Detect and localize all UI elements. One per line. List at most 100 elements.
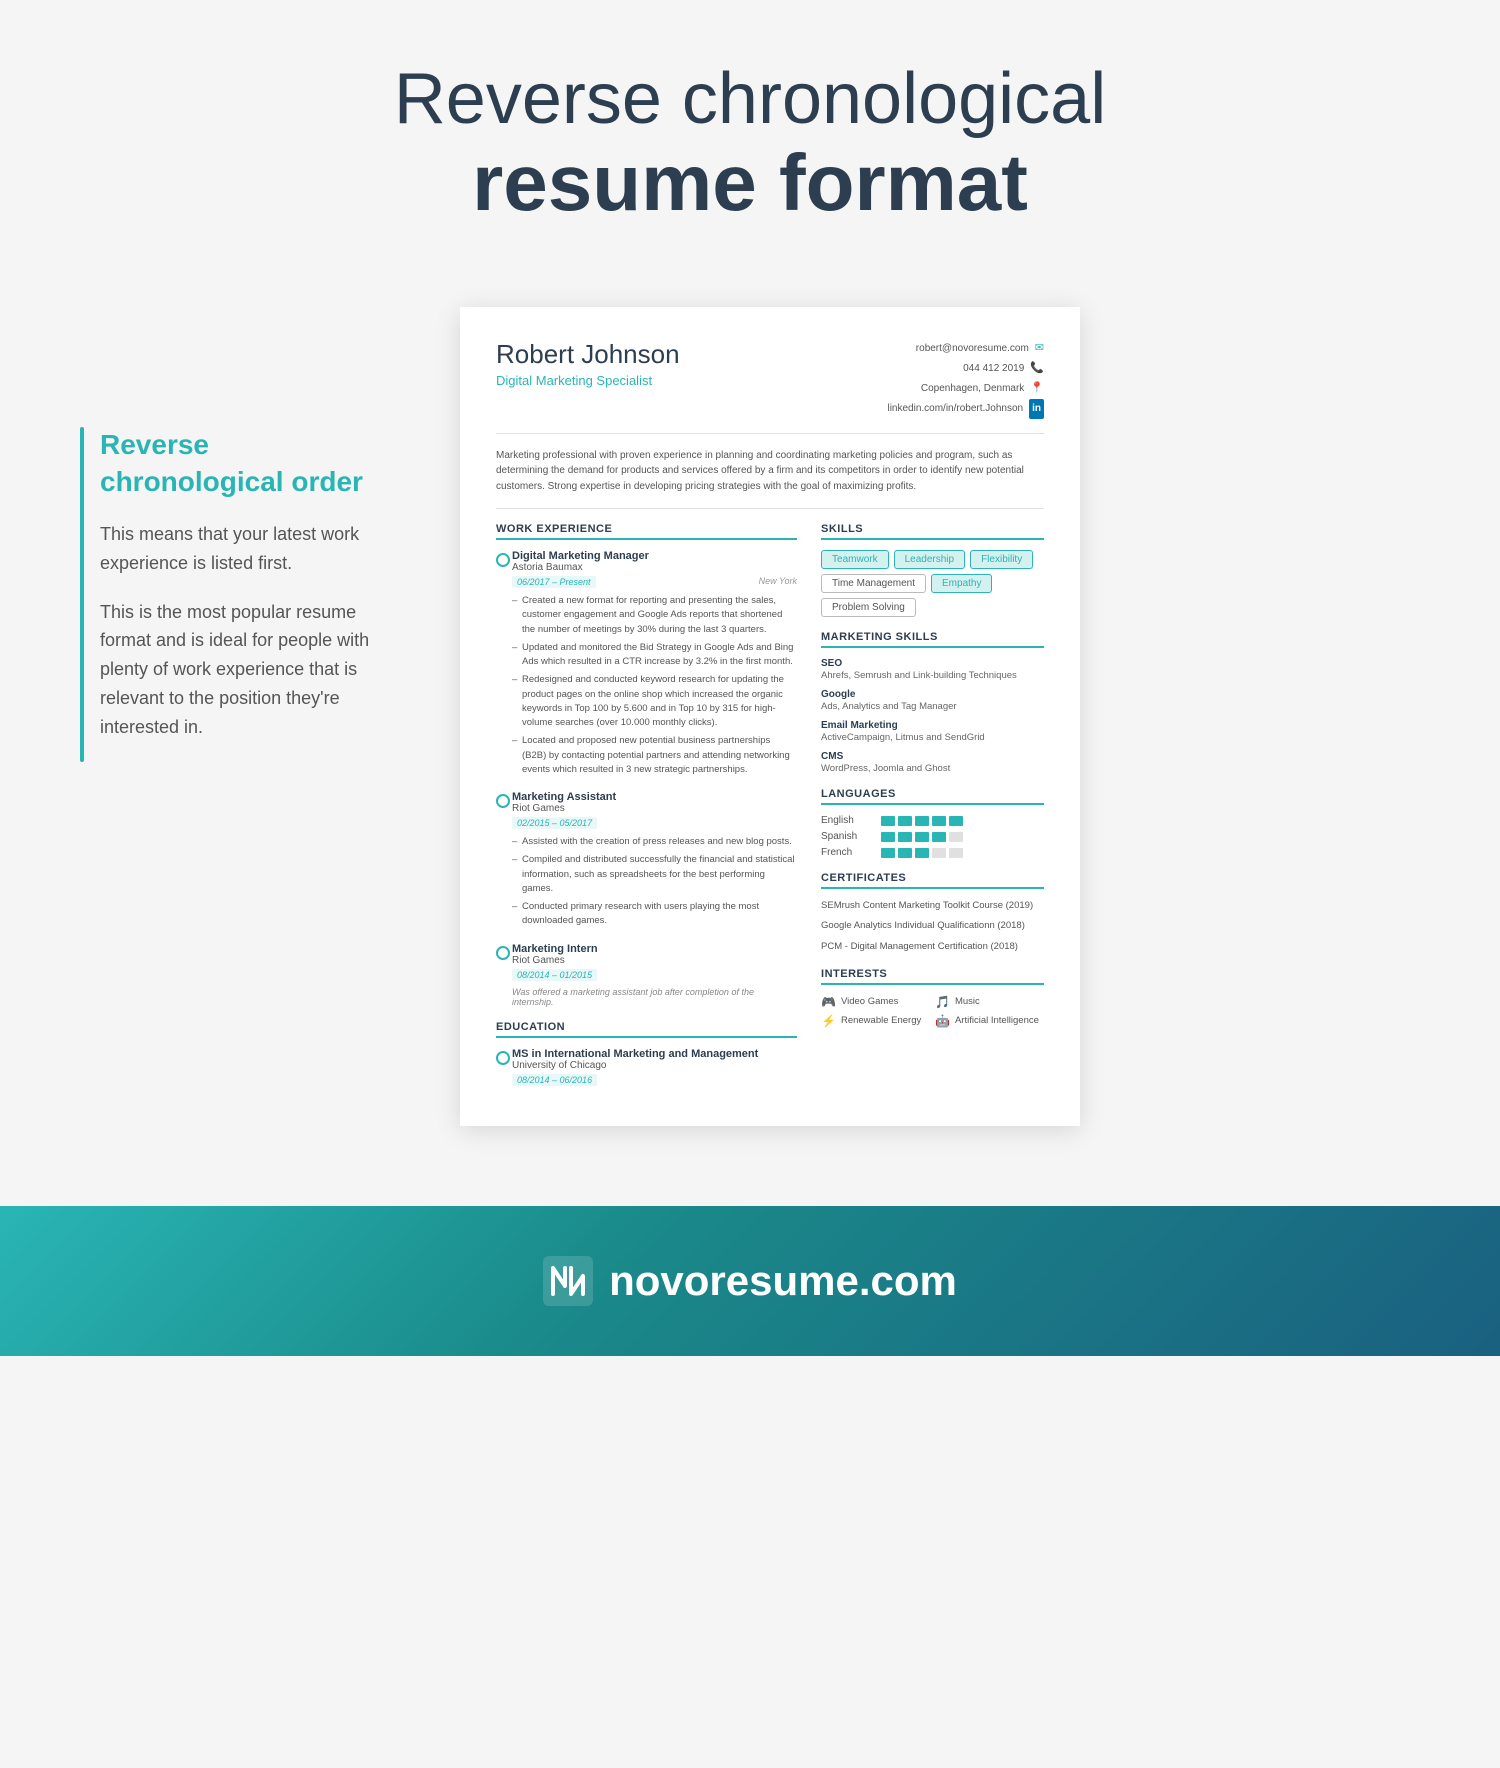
work-item-2: Marketing Assistant Riot Games 02/2015 –… [496,791,797,929]
bar1 [881,848,895,858]
bracket-decoration: Reverse chronological order This means t… [80,427,400,761]
job2-date: 02/2015 – 05/2017 [512,817,597,829]
bar1 [881,816,895,826]
mkt-google: Google Ads, Analytics and Tag Manager [821,689,1044,712]
resume-name: Robert Johnson [496,339,680,370]
skill-empathy: Empathy [931,574,992,593]
bar4 [932,816,946,826]
mkt-seo-desc: Ahrefs, Semrush and Link-building Techni… [821,670,1044,681]
skill-time-management: Time Management [821,574,926,593]
job2-bullet-1: Assisted with the creation of press rele… [512,835,797,849]
bar2 [898,832,912,842]
main-content: Reverse chronological order This means t… [0,267,1500,1185]
bracket-line [80,427,84,761]
contact-phone-row: 044 412 2019 📞 [887,359,1044,379]
lang-spanish-bars [881,832,963,842]
job1-bullet-1: Created a new format for reporting and p… [512,594,797,637]
lang-french-name: French [821,847,871,858]
mkt-cms-desc: WordPress, Joomla and Ghost [821,763,1044,774]
languages-title: LANGUAGES [821,788,1044,805]
skill-leadership: Leadership [894,550,965,569]
video-games-icon: 🎮 [821,995,836,1009]
bar1 [881,832,895,842]
mkt-cms: CMS WordPress, Joomla and Ghost [821,751,1044,774]
contact-email-row: robert@novoresume.com ✉ [887,339,1044,359]
lang-english-name: English [821,815,871,826]
skill-problem-solving: Problem Solving [821,598,916,617]
job3-title: Marketing Intern [512,943,797,955]
cert-1: SEMrush Content Marketing Toolkit Course… [821,899,1044,913]
skill-teamwork: Teamwork [821,550,889,569]
sidebar-para2: This is the most popular resume format a… [100,598,400,742]
sidebar-title: Reverse chronological order [100,427,400,500]
work-item-1: Digital Marketing Manager Astoria Baumax… [496,550,797,777]
skills-tags: Teamwork Leadership Flexibility Time Man… [821,550,1044,617]
interest-video-games: 🎮 Video Games [821,995,930,1009]
ai-icon: 🤖 [935,1014,950,1028]
edu-item-1: MS in International Marketing and Manage… [496,1048,797,1086]
resume-summary: Marketing professional with proven exper… [496,448,1044,510]
marketing-skills-title: MARKETING SKILLS [821,631,1044,648]
bar3 [915,848,929,858]
job2-date-row: 02/2015 – 05/2017 [512,817,797,829]
lang-english: English [821,815,1044,826]
mkt-seo-name: SEO [821,658,1044,669]
sidebar-explanation: Reverse chronological order This means t… [80,307,400,761]
contact-linkedin-row: linkedin.com/in/robert.Johnson in [887,399,1044,419]
job1-date: 06/2017 – Present [512,576,596,588]
job1-location: New York [759,576,797,588]
interest-ai-label: Artificial Intelligence [955,1015,1039,1026]
lang-french-bars [881,848,963,858]
job3-company: Riot Games [512,955,797,966]
resume-job-title: Digital Marketing Specialist [496,373,680,388]
interest-video-games-label: Video Games [841,996,898,1007]
work-experience-title: WORK EXPERIENCE [496,523,797,540]
bar3 [915,832,929,842]
footer-brand: novoresume.com [0,1256,1500,1306]
job3-note: Was offered a marketing assistant job af… [512,987,797,1007]
job2-bullet-2: Compiled and distributed successfully th… [512,853,797,896]
lang-english-bars [881,816,963,826]
edu-date: 08/2014 – 06/2016 [512,1074,597,1086]
resume-card: Robert Johnson Digital Marketing Special… [460,307,1080,1125]
contact-location-row: Copenhagen, Denmark 📍 [887,379,1044,399]
email-icon: ✉ [1035,339,1044,359]
job3-date: 08/2014 – 01/2015 [512,969,597,981]
linkedin-label: linkedin.com/in/robert.Johnson [887,400,1023,418]
resume-header: Robert Johnson Digital Marketing Special… [496,339,1044,433]
location-label: Copenhagen, Denmark [921,380,1024,398]
lang-spanish: Spanish [821,831,1044,842]
resume-body: WORK EXPERIENCE Digital Marketing Manage… [496,523,1044,1094]
page-title-light: Reverse chronological [20,60,1480,139]
music-icon: 🎵 [935,995,950,1009]
skills-title: SKILLS [821,523,1044,540]
novoresume-logo [543,1256,593,1306]
certificates-list: SEMrush Content Marketing Toolkit Course… [821,899,1044,954]
job2-company: Riot Games [512,803,797,814]
skill-flexibility: Flexibility [970,550,1033,569]
renewable-energy-icon: ⚡ [821,1014,836,1028]
mkt-seo: SEO Ahrefs, Semrush and Link-building Te… [821,658,1044,681]
cert-2: Google Analytics Individual Qualificatio… [821,919,1044,933]
location-icon: 📍 [1030,379,1044,399]
marketing-skills-list: SEO Ahrefs, Semrush and Link-building Te… [821,658,1044,774]
interests-title: INTERESTS [821,968,1044,985]
lang-french: French [821,847,1044,858]
footer-brand-text: novoresume.com [609,1257,957,1305]
cert-3: PCM - Digital Management Certification (… [821,940,1044,954]
job1-company: Astoria Baumax [512,562,797,573]
job1-bullet-4: Located and proposed new potential busin… [512,734,797,777]
page-title-bold: resume format [20,139,1480,227]
job1-bullet-2: Updated and monitored the Bid Strategy i… [512,641,797,670]
page-footer: novoresume.com [0,1206,1500,1356]
bar4 [932,832,946,842]
linkedin-icon: in [1029,399,1044,419]
lang-spanish-name: Spanish [821,831,871,842]
interest-renewable-energy: ⚡ Renewable Energy [821,1014,930,1028]
job3-date-row: 08/2014 – 01/2015 [512,969,797,981]
edu-school: University of Chicago [512,1060,797,1071]
mkt-google-desc: Ads, Analytics and Tag Manager [821,701,1044,712]
languages-list: English Spanish [821,815,1044,858]
job2-bullet-3: Conducted primary research with users pl… [512,900,797,929]
sidebar-text: Reverse chronological order This means t… [100,427,400,761]
